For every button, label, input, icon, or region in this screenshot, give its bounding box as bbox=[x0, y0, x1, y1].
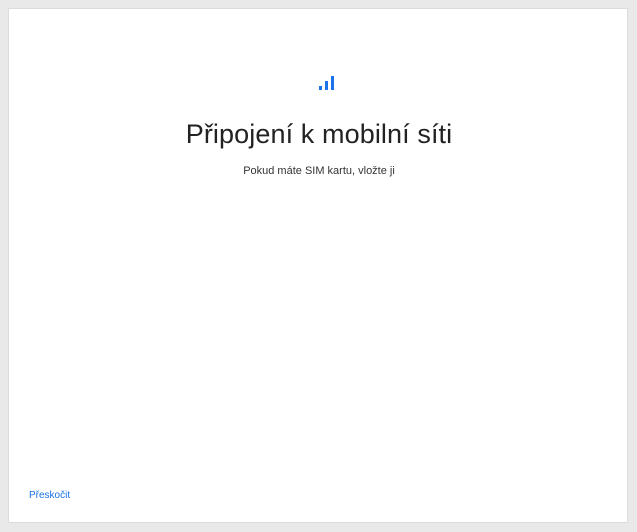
signal-bars-icon bbox=[317, 74, 337, 92]
page-title: Připojení k mobilní síti bbox=[185, 119, 453, 149]
skip-button[interactable]: Přeskočit bbox=[29, 490, 70, 501]
page-subtitle: Pokud máte SIM kartu, vložte ji bbox=[243, 165, 395, 177]
setup-page: Připojení k mobilní síti Pokud máte SIM … bbox=[8, 8, 628, 523]
